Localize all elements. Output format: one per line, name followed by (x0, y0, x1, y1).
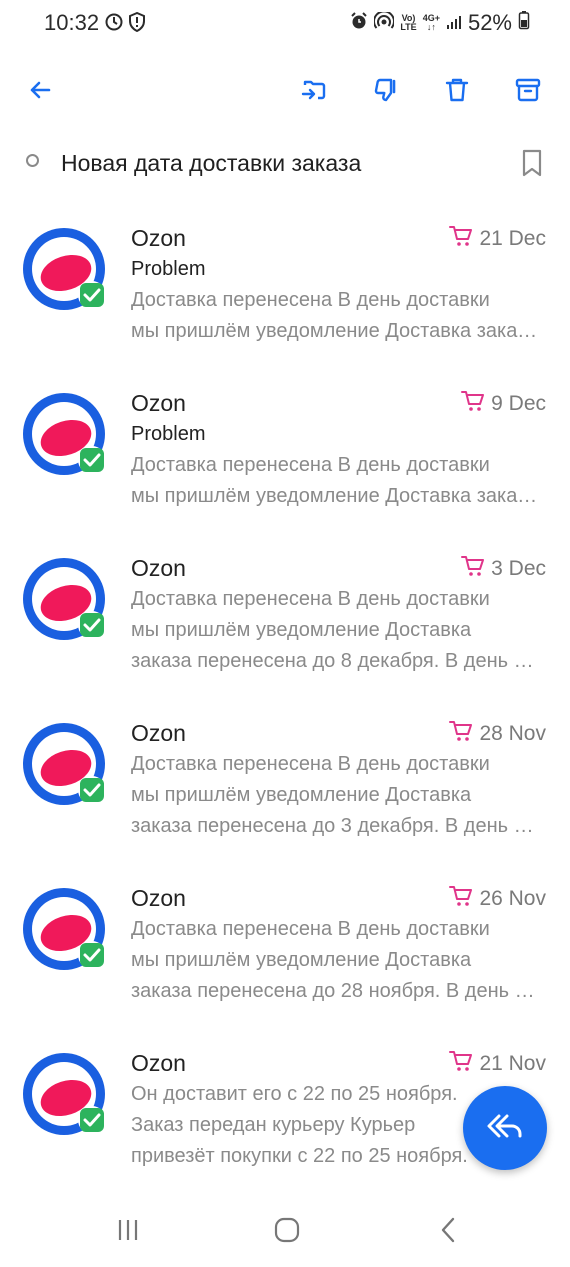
trash-icon (443, 76, 471, 109)
shopping-cart-icon (449, 225, 473, 252)
reply-all-button[interactable] (463, 1086, 547, 1170)
thread-subject: Новая дата доставки заказа (61, 150, 362, 176)
preview-line: Доставка перенесена В день доставки (131, 588, 490, 610)
message-item[interactable]: Ozon 3 Dec Доставка перенесена В день дос… (0, 535, 570, 700)
preview-line: мы пришлём уведомление Доставка (131, 949, 472, 971)
battery-percent: 52% (467, 10, 512, 35)
message-date: 26 Nov (479, 886, 546, 910)
preview-line: Доставка перенесена В день доставки (131, 454, 490, 476)
message-preview: Доставка перенесена В день доставки мы пр… (131, 749, 543, 842)
thread-header: Новая дата доставки заказа (0, 140, 570, 190)
read-status-indicator[interactable] (26, 154, 39, 167)
preview-line: Доставка перенесена В день доставки (131, 289, 490, 311)
recent-apps-button[interactable] (98, 1212, 158, 1252)
sender-avatar[interactable] (22, 1050, 110, 1138)
message-item[interactable]: Ozon 9 Dec Problem Доставка перенесена В д… (0, 370, 570, 535)
sender-avatar[interactable] (22, 555, 110, 643)
thumbs-down-icon (372, 76, 400, 109)
message-list: Ozon 21 Dec Problem Доставка перенесена В … (0, 205, 570, 1195)
delete-button[interactable] (435, 70, 479, 114)
sender-name: Ozon (131, 555, 186, 581)
sender-avatar[interactable] (22, 885, 110, 973)
preview-line: Доставка перенесена В день доставки (131, 753, 490, 775)
message-preview: Доставка перенесена В день доставки мы пр… (131, 285, 543, 347)
message-date: 3 Dec (491, 556, 546, 580)
spam-button[interactable] (364, 70, 408, 114)
message-toolbar (0, 70, 570, 118)
message-preview: Доставка перенесена В день доставки мы пр… (131, 914, 543, 1007)
message-preview: Доставка перенесена В день доставки мы пр… (131, 584, 543, 677)
move-button[interactable] (292, 70, 336, 114)
preview-line: мы пришлём уведомление Доставка заказа п… (131, 320, 543, 342)
message-date: 21 Dec (479, 226, 546, 250)
home-icon (273, 1216, 301, 1249)
sender-name: Ozon (131, 885, 186, 911)
arrow-left-icon (27, 77, 53, 108)
message-date: 28 Nov (479, 721, 546, 745)
back-button[interactable] (18, 70, 62, 114)
sender-name: Ozon (131, 720, 186, 746)
sender-name: Ozon (131, 390, 186, 416)
sender-avatar[interactable] (22, 390, 110, 478)
system-nav-bar (0, 1200, 570, 1267)
message-item[interactable]: Ozon 21 Dec Problem Доставка перенесена В … (0, 205, 570, 370)
shopping-cart-icon (449, 885, 473, 912)
preview-line: мы пришлём уведомление Доставка заказа п… (131, 485, 543, 507)
sender-name: Ozon (131, 1050, 186, 1076)
status-time: 10:32 (44, 10, 100, 35)
message-preview: Доставка перенесена В день доставки мы пр… (131, 450, 543, 512)
shield-icon (128, 11, 146, 37)
battery-icon (518, 10, 530, 36)
back-nav-button[interactable] (418, 1212, 478, 1252)
message-subject: Problem (131, 423, 206, 445)
network-type-indicator: 4G+ ↓↑ (422, 13, 440, 32)
archive-icon (514, 76, 542, 109)
move-to-folder-icon (300, 76, 328, 109)
preview-line: заказа перенесена до 28 ноября. В день д… (131, 980, 543, 1002)
volte-indicator: Vo) LTE (400, 13, 417, 32)
message-date: 21 Nov (479, 1051, 546, 1075)
signal-icon (446, 10, 462, 36)
preview-line: Доставка перенесена В день доставки (131, 918, 490, 940)
data-saver-icon (104, 12, 124, 37)
message-item[interactable]: Ozon 26 Nov Доставка перенесена В день до… (0, 865, 570, 1030)
preview-line: мы пришлём уведомление Доставка (131, 784, 472, 806)
shopping-cart-icon (461, 555, 485, 582)
bookmark-icon[interactable] (520, 148, 544, 183)
recent-apps-icon (115, 1217, 141, 1248)
preview-line: заказа перенесена до 8 декабря. В день д… (131, 650, 543, 672)
home-button[interactable] (257, 1212, 317, 1252)
alarm-icon (350, 10, 368, 36)
preview-line: заказа перенесена до 3 декабря. В день д… (131, 815, 543, 837)
message-date: 9 Dec (491, 391, 546, 415)
preview-line: мы пришлём уведомление Доставка (131, 619, 472, 641)
back-chevron-icon (438, 1216, 458, 1249)
shopping-cart-icon (449, 1050, 473, 1077)
archive-button[interactable] (506, 70, 550, 114)
shopping-cart-icon (449, 720, 473, 747)
sender-avatar[interactable] (22, 720, 110, 808)
message-item[interactable]: Ozon 28 Nov Доставка перенесена В день до… (0, 700, 570, 865)
status-bar: 10:32 Vo) LTE 4G+ ↓↑ 52% (0, 0, 570, 48)
sender-avatar[interactable] (22, 225, 110, 313)
hotspot-icon (373, 10, 396, 36)
message-subject: Problem (131, 258, 206, 280)
sender-name: Ozon (131, 225, 186, 251)
shopping-cart-icon (461, 390, 485, 417)
reply-all-icon (485, 1108, 525, 1149)
